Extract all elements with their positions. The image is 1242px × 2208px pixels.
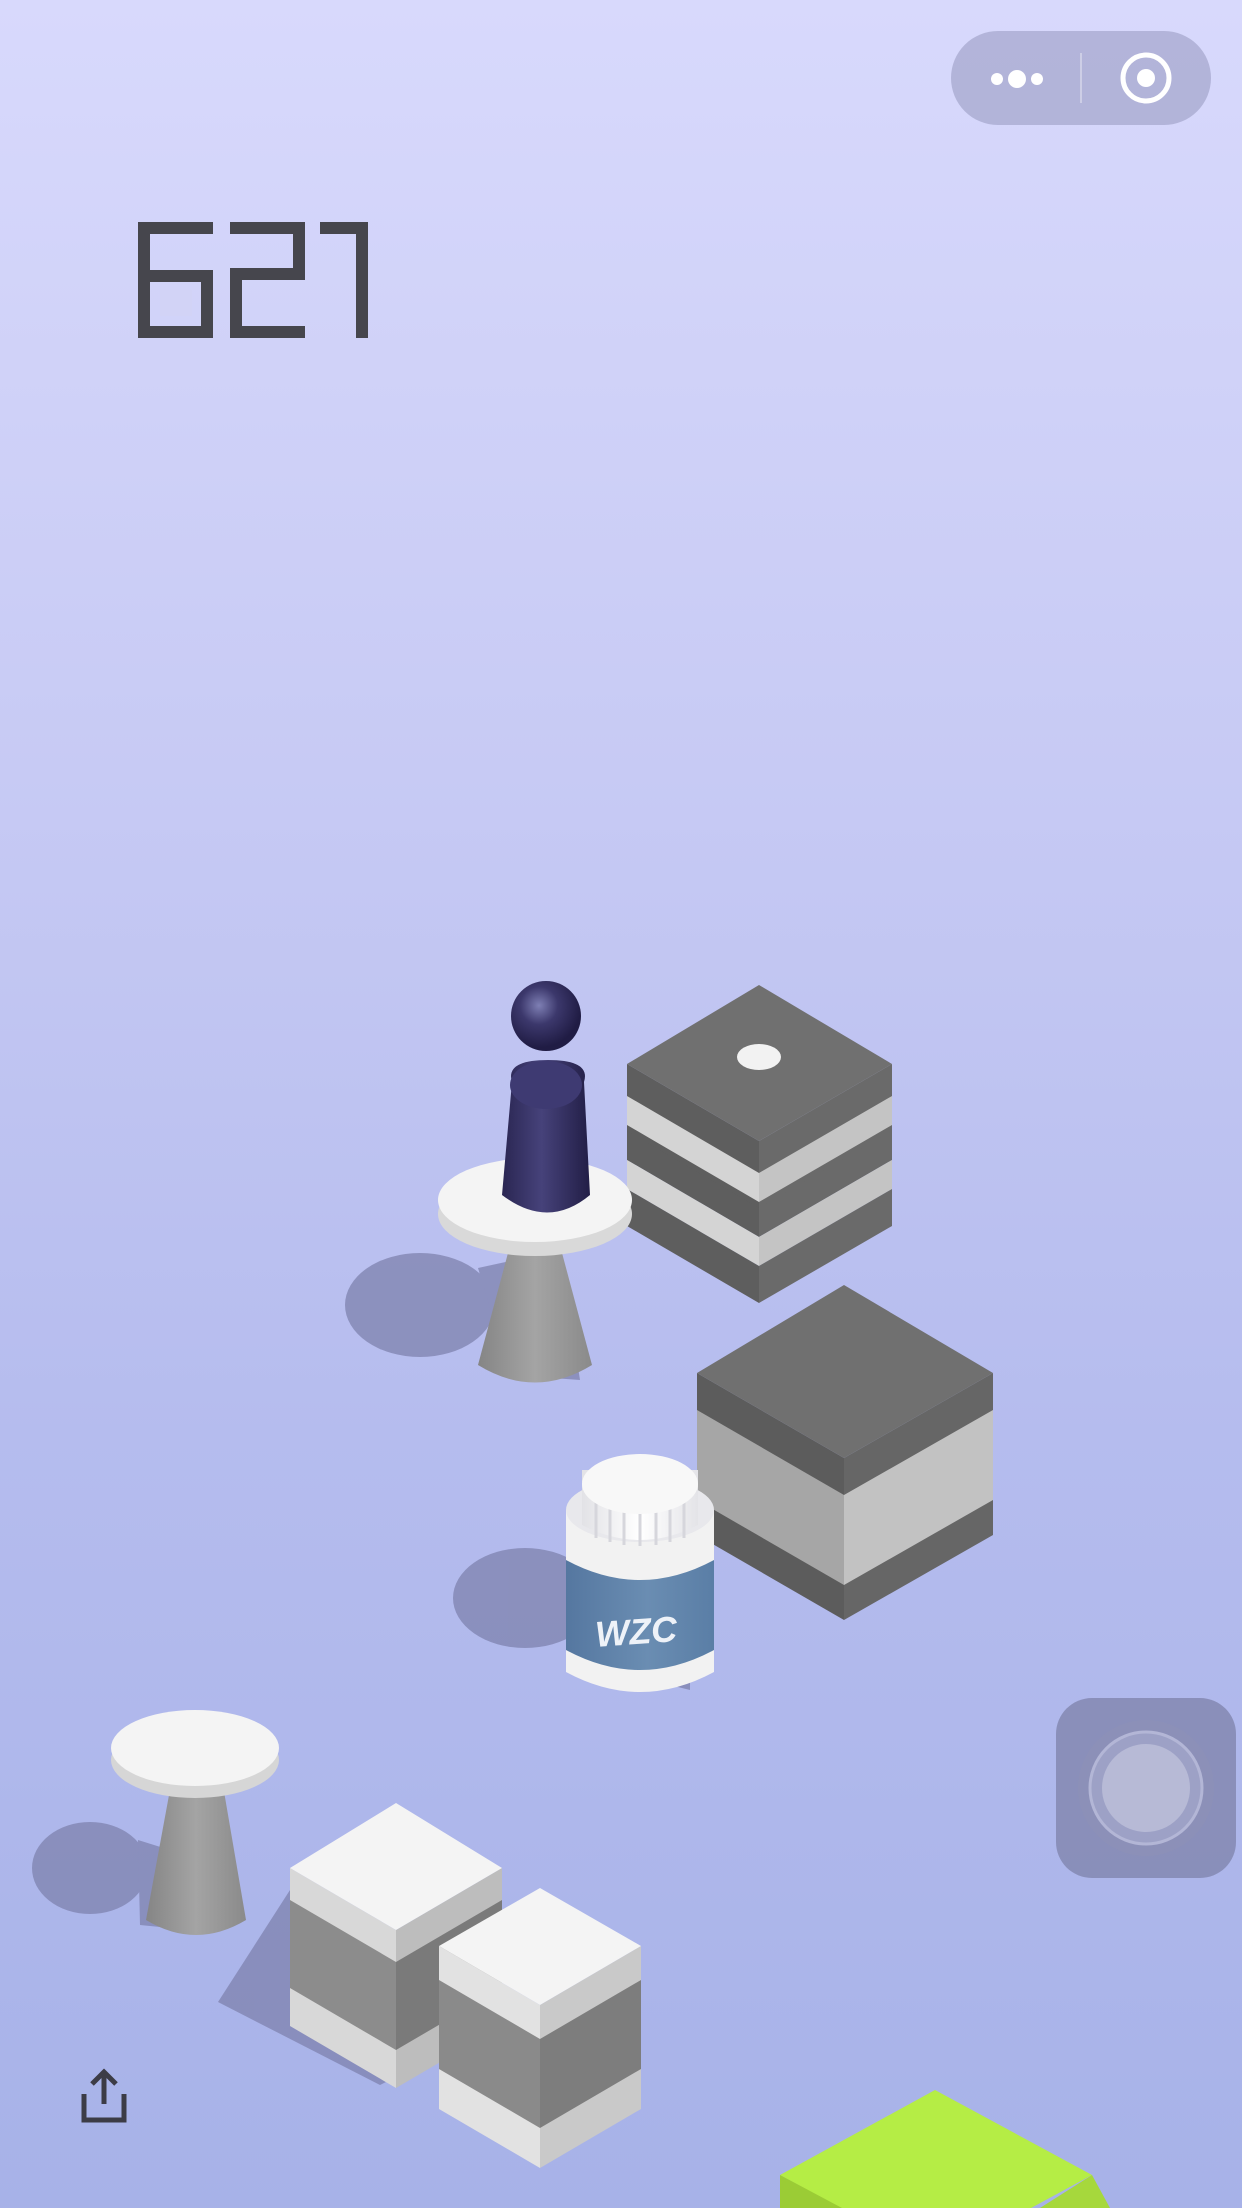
bottle: WZC bbox=[566, 1454, 714, 1692]
share-upload-icon bbox=[81, 2068, 127, 2123]
joystick-knob-icon bbox=[1078, 1720, 1214, 1856]
close-button[interactable] bbox=[1082, 31, 1211, 125]
share-button[interactable] bbox=[78, 2068, 130, 2124]
white-block-front bbox=[439, 1888, 641, 2168]
bottle-label: WZC bbox=[594, 1608, 680, 1655]
player-piece bbox=[502, 981, 590, 1213]
small-pedestal bbox=[111, 1710, 279, 1935]
score-display: 621 bbox=[138, 222, 398, 338]
joystick-button[interactable] bbox=[1056, 1698, 1236, 1878]
large-dark-cube bbox=[697, 1285, 993, 1620]
green-block bbox=[780, 2090, 1110, 2208]
score-digits bbox=[138, 222, 368, 338]
target-circle-icon bbox=[1120, 52, 1172, 104]
more-menu-button[interactable] bbox=[951, 31, 1081, 125]
capsule-menu bbox=[951, 31, 1211, 125]
striped-dark-cube bbox=[627, 985, 892, 1303]
more-dots-icon bbox=[991, 70, 1043, 88]
